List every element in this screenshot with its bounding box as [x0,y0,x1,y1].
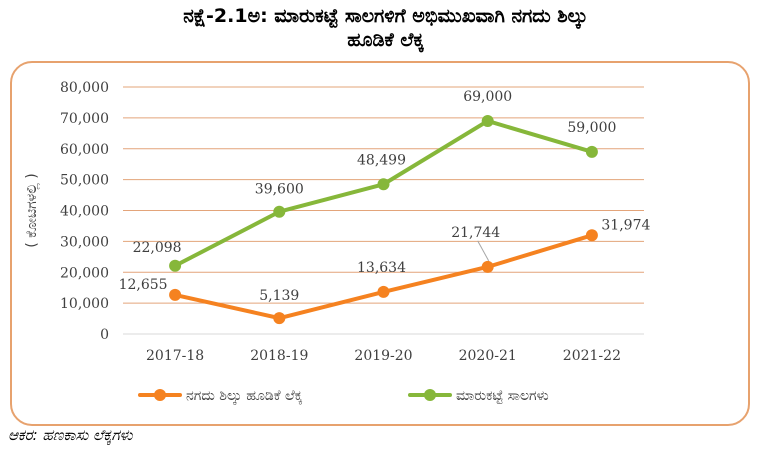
data-point [273,312,286,325]
y-tick-label: 30,000 [60,234,109,250]
legend-label: ನಗದು ಶಿಲ್ಕು ಹೂಡಿಕೆ ಲೆಕ್ಕ [186,388,303,405]
data-label: 12,655 [119,277,168,293]
data-label: 13,634 [357,260,406,276]
data-label: 59,000 [567,120,616,136]
y-tick-label: 20,000 [60,265,109,281]
x-tick-label: 2018-19 [250,348,308,364]
x-tick-label: 2017-18 [146,348,204,364]
y-tick-label: 40,000 [60,204,109,220]
leader-line [477,240,490,262]
y-axis-title: ( ಕೋಟಿಗಳಲ್ಲಿ ) [24,173,40,248]
data-point [585,229,598,242]
legend-label: ಮಾರುಕಟ್ಟೆ ಸಾಲಗಳು [456,388,549,404]
line-chart: 0 10,000 20,000 30,000 40,000 50,000 60,000 70,… [24,80,650,405]
data-point [169,288,182,301]
x-tick-label: 2020-21 [459,348,517,364]
data-point [169,259,182,272]
x-tick-label: 2019-20 [354,348,412,364]
data-point [377,178,390,191]
y-tick-label: 60,000 [60,142,109,158]
y-tick-label: 80,000 [60,80,109,96]
legend-marker [154,389,166,401]
data-point [377,285,390,298]
data-label: 69,000 [463,89,512,105]
y-tick-label: 70,000 [60,111,109,127]
legend-marker [424,389,436,401]
data-label: 48,499 [357,152,406,168]
data-label: 22,098 [133,240,182,256]
y-tick-label: 10,000 [60,296,109,312]
source-note: ಆಕರ: ಹಣಕಾಸು ಲೆಕ್ಕಗಳು [8,426,133,444]
data-label: 31,974 [601,217,650,233]
series-line [173,118,594,268]
y-tick-label: 50,000 [60,173,109,189]
data-point [481,114,494,127]
x-tick-label: 2021-22 [563,348,621,364]
data-label: 5,139 [259,288,299,304]
data-label: 39,600 [255,182,304,198]
y-tick-label: 0 [100,327,109,343]
series-line [173,233,594,321]
data-point [585,145,598,158]
data-point [273,205,286,218]
data-label: 21,744 [451,225,500,241]
data-point [481,260,494,273]
